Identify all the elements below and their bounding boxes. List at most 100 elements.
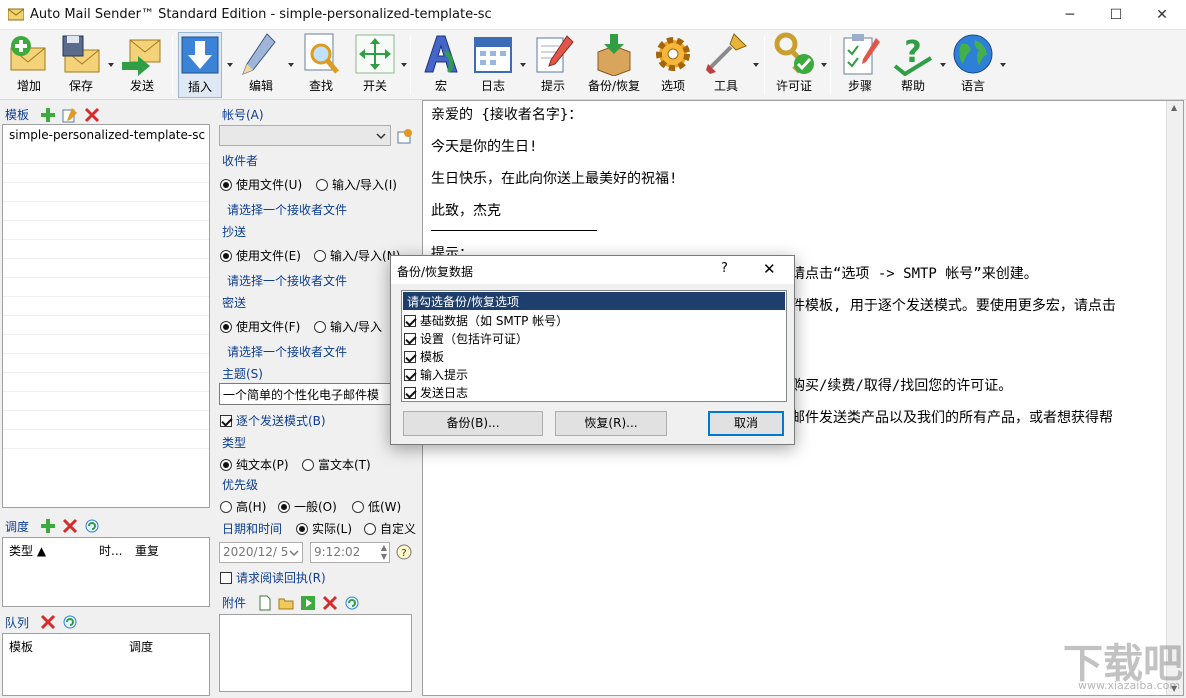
macro-button[interactable]: 宏 (418, 32, 464, 98)
hint-button[interactable]: 提示 (530, 32, 576, 98)
select-bcc-file-link[interactable]: 请选择一个接收者文件 (227, 343, 347, 360)
priority-normal-radio[interactable]: 一般(O) (278, 498, 337, 515)
refresh-icon[interactable] (344, 595, 360, 611)
license-dropdown-arrow[interactable] (821, 63, 827, 67)
queue-table[interactable]: 模板 调度 (2, 633, 210, 696)
account-settings-icon[interactable] (397, 128, 413, 144)
help-button[interactable]: ? 帮助 (890, 32, 936, 98)
title-bar: Auto Mail Sender™ Standard Edition - sim… (0, 0, 1186, 30)
refresh-icon[interactable] (62, 614, 78, 630)
backup-restore-button[interactable]: 备份/恢复 (584, 32, 644, 98)
delete-icon[interactable] (322, 595, 338, 611)
find-button[interactable]: 查找 (298, 32, 344, 98)
scroll-up-icon[interactable]: ▲ (1171, 103, 1177, 112)
delete-icon[interactable] (84, 107, 100, 123)
schedule-table[interactable]: 类型 ▲ 时... 重复 (2, 537, 210, 607)
rich-text-radio[interactable]: 富文本(T) (302, 456, 371, 473)
dialog-help-button[interactable]: ? (721, 261, 728, 276)
folder-icon[interactable] (278, 595, 294, 611)
toggle-dropdown-arrow[interactable] (401, 63, 407, 67)
maximize-button[interactable]: ☐ (1093, 0, 1139, 30)
delete-icon[interactable] (62, 518, 78, 534)
license-button[interactable]: 许可证 (770, 32, 818, 98)
backup-options-list[interactable]: 请勾选备份/恢复选项 基础数据（如 SMTP 帐号） 设置（包括许可证） 模板 … (401, 290, 787, 402)
option-basic-data[interactable]: 基础数据（如 SMTP 帐号） (402, 311, 786, 329)
log-button[interactable]: 日志 (470, 32, 516, 98)
account-select[interactable] (219, 125, 391, 146)
gear-icon (656, 37, 690, 71)
column-header-repeat[interactable]: 重复 (135, 542, 159, 559)
dialog-close-button[interactable]: ✕ (763, 260, 776, 278)
custom-time-radio[interactable]: 自定义 (364, 520, 416, 537)
option-input-hints[interactable]: 输入提示 (402, 365, 786, 383)
play-icon[interactable] (300, 595, 316, 611)
steps-button[interactable]: 步骤 (836, 32, 884, 98)
save-dropdown-arrow[interactable] (108, 63, 114, 67)
toggle-button[interactable]: 开关 (350, 32, 400, 98)
option-send-log[interactable]: 发送日志 (402, 383, 786, 401)
column-header-time[interactable]: 时... (99, 542, 122, 559)
add-icon[interactable] (40, 518, 56, 534)
templates-list[interactable]: simple-personalized-template-sc (2, 124, 210, 508)
priority-high-radio[interactable]: 高(H) (220, 498, 266, 515)
edit-template-icon[interactable] (62, 107, 78, 123)
delete-icon[interactable] (40, 614, 56, 630)
cancel-button[interactable]: 取消 (708, 411, 784, 436)
send-button[interactable]: 发送 (118, 32, 166, 98)
column-header-template[interactable]: 模板 (9, 638, 33, 655)
column-header-schedule[interactable]: 调度 (129, 638, 153, 655)
help-bubble-icon[interactable]: ? (396, 544, 412, 560)
select-recipients-file-link[interactable]: 请选择一个接收者文件 (227, 201, 347, 218)
spinner-arrows-icon[interactable]: ▲ ▼ (381, 543, 387, 561)
plain-text-radio[interactable]: 纯文本(P) (220, 456, 289, 473)
cc-use-file-radio[interactable]: 使用文件(E) (220, 247, 301, 264)
subject-input[interactable]: 一个简单的个性化电子邮件模 (219, 383, 393, 405)
recipients-use-file-radio[interactable]: 使用文件(U) (220, 176, 302, 193)
time-spinner[interactable]: 9:12:02 ▲ ▼ (310, 542, 390, 563)
priority-low-radio[interactable]: 低(W) (352, 498, 401, 515)
select-cc-file-link[interactable]: 请选择一个接收者文件 (227, 272, 347, 289)
tools-dropdown-arrow[interactable] (753, 63, 759, 67)
type-label: 类型 (222, 436, 247, 450)
add-button[interactable]: 增加 (6, 32, 52, 98)
content-line: 件模板, 用于逐个发送模式。要使用更多宏，请点击 (791, 298, 1116, 314)
option-templates[interactable]: 模板 (402, 347, 786, 365)
help-dropdown-arrow[interactable] (940, 63, 946, 67)
insert-arrow-icon (181, 36, 219, 74)
actual-time-radio[interactable]: 实际(L) (296, 520, 352, 537)
tools-button[interactable]: 工具 (703, 32, 749, 98)
window-title: Auto Mail Sender™ Standard Edition - sim… (30, 7, 492, 22)
language-dropdown-arrow[interactable] (1000, 63, 1006, 67)
save-button[interactable]: 保存 (58, 32, 104, 98)
language-button[interactable]: 语言 (950, 32, 996, 98)
refresh-icon[interactable] (84, 518, 100, 534)
save-envelope-icon (62, 35, 100, 73)
edit-button[interactable]: 编辑 (238, 32, 284, 98)
recipients-import-radio[interactable]: 输入/导入(I) (316, 176, 406, 193)
close-window-button[interactable]: ✕ (1139, 0, 1185, 30)
new-file-icon[interactable] (257, 595, 273, 611)
add-icon[interactable] (40, 107, 56, 123)
insert-button[interactable]: 插入 (178, 32, 222, 98)
options-button[interactable]: 选项 (650, 32, 696, 98)
pencil-icon (242, 33, 276, 75)
date-picker[interactable]: 2020/12/ 5 (219, 542, 303, 563)
insert-dropdown-arrow[interactable] (227, 63, 233, 67)
edit-dropdown-arrow[interactable] (288, 63, 294, 67)
column-header-type[interactable]: 类型 ▲ (9, 542, 46, 559)
attachments-list[interactable] (219, 614, 412, 692)
bcc-use-file-radio[interactable]: 使用文件(F) (220, 318, 300, 335)
backup-button[interactable]: 备份(B)... (403, 411, 543, 436)
signature-divider (431, 230, 597, 231)
restore-button[interactable]: 恢复(R)... (555, 411, 667, 436)
log-dropdown-arrow[interactable] (520, 63, 526, 67)
option-settings[interactable]: 设置（包括许可证） (402, 329, 786, 347)
list-header-item[interactable]: 请勾选备份/恢复选项 (403, 292, 785, 310)
attachments-label: 附件 (222, 596, 247, 610)
toolbar-separator (410, 36, 411, 94)
minimize-button[interactable]: ─ (1047, 0, 1093, 30)
vertical-scrollbar[interactable]: ▲ ▼ (1166, 101, 1183, 695)
read-receipt-checkbox[interactable]: 请求阅读回执(R) (220, 569, 326, 586)
one-by-one-checkbox[interactable]: 逐个发送模式(B) (220, 412, 326, 429)
template-item[interactable]: simple-personalized-template-sc (3, 125, 209, 145)
